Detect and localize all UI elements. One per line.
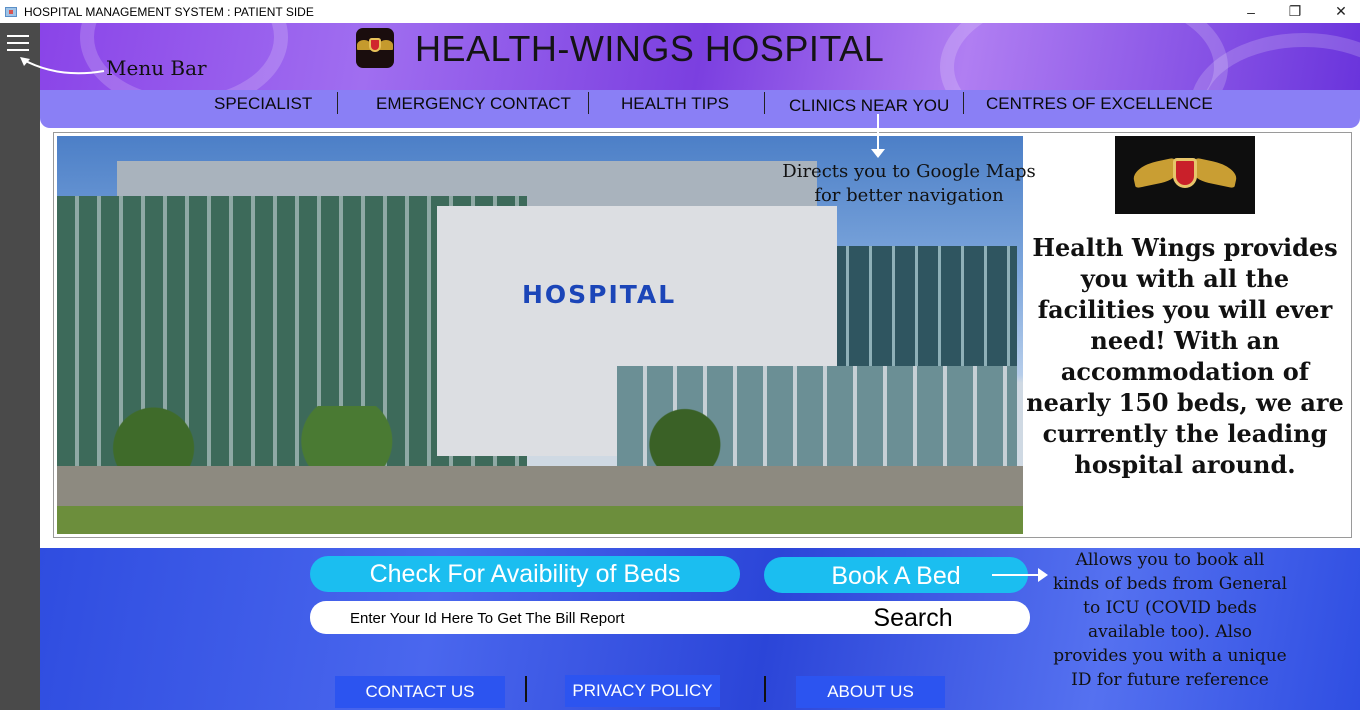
nav-centres-of-excellence[interactable]: CENTRES OF EXCELLENCE (986, 94, 1213, 114)
patient-id-input[interactable] (340, 604, 800, 632)
nav-specialist[interactable]: SPECIALIST (214, 94, 312, 114)
health-wings-emblem (1115, 136, 1255, 214)
hospital-logo (356, 28, 394, 68)
menu-hamburger-icon[interactable] (7, 35, 29, 53)
hospital-app-icon (4, 5, 18, 19)
nav-divider (764, 92, 765, 114)
sidebar (0, 23, 40, 710)
window-title: HOSPITAL MANAGEMENT SYSTEM : PATIENT SID… (24, 4, 314, 19)
footer-divider (525, 676, 527, 702)
restore-button[interactable]: ❐ (1272, 0, 1318, 23)
nav-divider (337, 92, 338, 114)
close-button[interactable]: ✕ (1318, 0, 1364, 23)
site-title: HEALTH-WINGS HOSPITAL (415, 28, 885, 69)
arrow-right-icon (992, 568, 1048, 582)
about-us-button[interactable]: ABOUT US (796, 676, 945, 708)
contact-us-button[interactable]: CONTACT US (335, 676, 505, 708)
check-bed-availability-button[interactable]: Check For Avaibility of Beds (310, 556, 740, 592)
footer-divider (764, 676, 766, 702)
clinics-annotation: Directs you to Google Maps for better na… (782, 161, 1036, 206)
nav-health-tips[interactable]: HEALTH TIPS (621, 94, 729, 114)
arrow-down-icon (871, 114, 885, 158)
search-button[interactable]: Search (800, 603, 1026, 633)
hospital-sign: HOSPITAL (522, 280, 677, 309)
menu-bar-annotation: Menu Bar (106, 56, 207, 80)
nav-divider (588, 92, 589, 114)
window-titlebar: HOSPITAL MANAGEMENT SYSTEM : PATIENT SID… (0, 0, 1366, 23)
privacy-policy-button[interactable]: PRIVACY POLICY (565, 675, 720, 707)
hospital-description: Health Wings provides you with all the f… (1026, 233, 1344, 479)
menu-annotation-arrow-icon (20, 57, 105, 75)
book-bed-annotation: Allows you to book all kinds of beds fro… (1052, 550, 1288, 690)
nav-emergency-contact[interactable]: EMERGENCY CONTACT (376, 94, 571, 114)
nav-divider (963, 92, 964, 114)
minimize-button[interactable]: – (1228, 0, 1274, 23)
book-a-bed-button[interactable]: Book A Bed (764, 557, 1028, 593)
nav-clinics-near-you[interactable]: CLINICS NEAR YOU (789, 96, 949, 116)
